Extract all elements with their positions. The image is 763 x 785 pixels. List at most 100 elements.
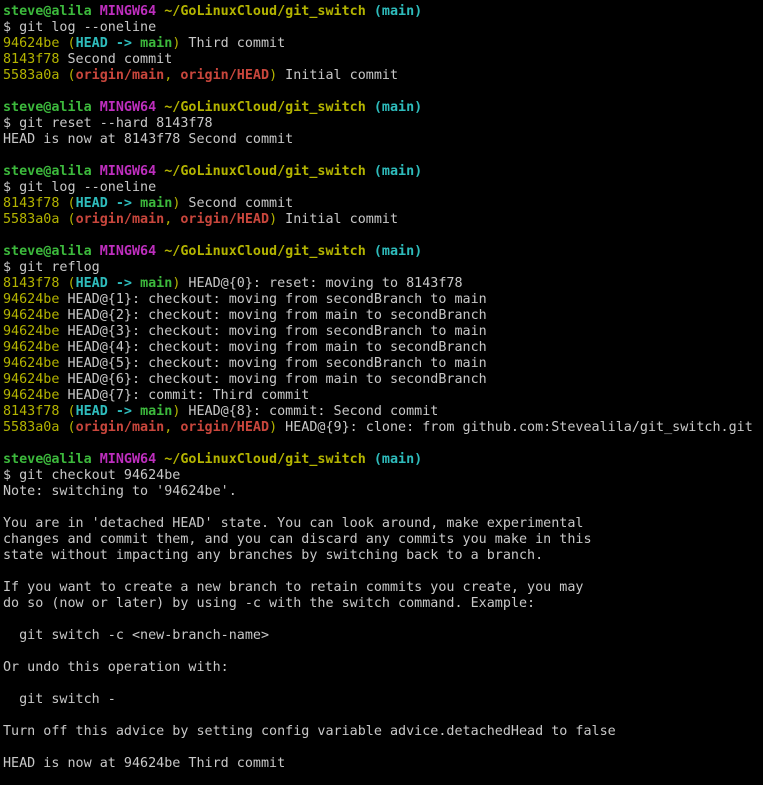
terminal-text-segment: ) xyxy=(269,212,277,227)
terminal-line: 94624be HEAD@{2}: checkout: moving from … xyxy=(3,308,763,324)
terminal-line xyxy=(3,500,763,516)
terminal-line: 5583a0a (origin/main, origin/HEAD) Initi… xyxy=(3,212,763,228)
terminal-line: $ git log --oneline xyxy=(3,20,763,36)
terminal-text-segment: 5583a0a ( xyxy=(3,212,76,227)
terminal-text-segment: changes and commit them, and you can dis… xyxy=(3,532,592,547)
terminal-text-segment: main xyxy=(140,196,172,211)
terminal-text-segment: HEAD -> xyxy=(76,404,141,419)
terminal-text-segment: ~/GoLinuxCloud/git_switch xyxy=(164,4,374,19)
terminal-text-segment: origin/HEAD xyxy=(180,212,269,227)
terminal-text-segment: do so (now or later) by using -c with th… xyxy=(3,596,535,611)
terminal-line: steve@alila MINGW64 ~/GoLinuxCloud/git_s… xyxy=(3,164,763,180)
terminal-text-segment: Initial commit xyxy=(277,212,398,227)
terminal-text-segment: main xyxy=(140,276,172,291)
terminal-text-segment: MINGW64 xyxy=(100,244,165,259)
terminal-text-segment: $ git reflog xyxy=(3,260,100,275)
terminal-text-segment: Or undo this operation with: xyxy=(3,660,229,675)
terminal-text-segment: (main) xyxy=(374,4,422,19)
terminal-text-segment: ) xyxy=(269,420,277,435)
terminal-text-segment: You are in 'detached HEAD' state. You ca… xyxy=(3,516,583,531)
terminal-text-segment: ~/GoLinuxCloud/git_switch xyxy=(164,164,374,179)
terminal-text-segment: 94624be xyxy=(3,292,59,307)
terminal-text-segment: HEAD@{4}: checkout: moving from main to … xyxy=(59,340,486,355)
terminal-text-segment: 8143f78 ( xyxy=(3,404,76,419)
terminal-line: 94624be HEAD@{1}: checkout: moving from … xyxy=(3,292,763,308)
terminal-text-segment: Second commit xyxy=(180,196,293,211)
terminal-line: state without impacting any branches by … xyxy=(3,548,763,564)
terminal-line xyxy=(3,676,763,692)
terminal-text-segment: If you want to create a new branch to re… xyxy=(3,580,583,595)
terminal-line: If you want to create a new branch to re… xyxy=(3,580,763,596)
terminal-line: steve@alila MINGW64 ~/GoLinuxCloud/git_s… xyxy=(3,244,763,260)
terminal-text-segment: HEAD@{3}: checkout: moving from secondBr… xyxy=(59,324,486,339)
terminal-text-segment: steve@alila xyxy=(3,244,100,259)
terminal-line: HEAD is now at 8143f78 Second commit xyxy=(3,132,763,148)
terminal-line: 94624be HEAD@{4}: checkout: moving from … xyxy=(3,340,763,356)
terminal-text-segment: origin/HEAD xyxy=(180,68,269,83)
terminal-line: 8143f78 (HEAD -> main) Second commit xyxy=(3,196,763,212)
terminal-text-segment: main xyxy=(140,36,172,51)
terminal-text-segment: 5583a0a ( xyxy=(3,420,76,435)
terminal-line xyxy=(3,612,763,628)
terminal-text-segment: 94624be xyxy=(3,324,59,339)
terminal-text-segment: HEAD -> xyxy=(76,276,141,291)
terminal-line: 8143f78 (HEAD -> main) HEAD@{8}: commit:… xyxy=(3,404,763,420)
terminal-text-segment: 8143f78 xyxy=(3,52,59,67)
terminal-text-segment: steve@alila xyxy=(3,4,100,19)
terminal-line xyxy=(3,708,763,724)
terminal-line: Turn off this advice by setting config v… xyxy=(3,724,763,740)
terminal-line: $ git reflog xyxy=(3,260,763,276)
terminal-line xyxy=(3,148,763,164)
terminal-line: 94624be HEAD@{7}: commit: Third commit xyxy=(3,388,763,404)
terminal-text-segment: origin/HEAD xyxy=(180,420,269,435)
terminal-line xyxy=(3,740,763,756)
terminal-text-segment: Initial commit xyxy=(277,68,398,83)
terminal-text-segment: (main) xyxy=(374,244,422,259)
terminal-text-segment: HEAD@{7}: commit: Third commit xyxy=(59,388,309,403)
terminal-text-segment: Third commit xyxy=(180,36,285,51)
terminal-text-segment: git switch - xyxy=(3,692,116,707)
terminal-text-segment: 94624be xyxy=(3,340,59,355)
terminal-line xyxy=(3,436,763,452)
terminal-text-segment: main xyxy=(140,404,172,419)
terminal-text-segment: HEAD@{9}: clone: from github.com:Steveal… xyxy=(277,420,753,435)
terminal-line xyxy=(3,228,763,244)
terminal-text-segment: ~/GoLinuxCloud/git_switch xyxy=(164,452,374,467)
terminal-line: steve@alila MINGW64 ~/GoLinuxCloud/git_s… xyxy=(3,452,763,468)
terminal-text-segment: HEAD -> xyxy=(76,36,141,51)
terminal-line: $ git checkout 94624be xyxy=(3,468,763,484)
terminal-text-segment: 8143f78 ( xyxy=(3,196,76,211)
terminal-text-segment: 94624be xyxy=(3,308,59,323)
terminal-text-segment: $ git checkout 94624be xyxy=(3,468,180,483)
terminal-line xyxy=(3,644,763,660)
terminal-line: do so (now or later) by using -c with th… xyxy=(3,596,763,612)
terminal-line: steve@alila MINGW64 ~/GoLinuxCloud/git_s… xyxy=(3,4,763,20)
terminal-text-segment: $ git log --oneline xyxy=(3,180,156,195)
terminal-text-segment: Turn off this advice by setting config v… xyxy=(3,724,616,739)
terminal-text-segment: HEAD -> xyxy=(76,196,141,211)
terminal-line: git switch - xyxy=(3,692,763,708)
terminal-text-segment: (main) xyxy=(374,164,422,179)
terminal-text-segment: origin/main xyxy=(76,420,165,435)
terminal-text-segment: steve@alila xyxy=(3,164,100,179)
terminal-text-segment: HEAD@{8}: commit: Second commit xyxy=(180,404,438,419)
terminal-text-segment: HEAD@{0}: reset: moving to 8143f78 xyxy=(180,276,462,291)
terminal-text-segment: , xyxy=(164,420,180,435)
terminal-text-segment: 94624be ( xyxy=(3,36,76,51)
terminal-text-segment: origin/main xyxy=(76,68,165,83)
terminal-text-segment: ) xyxy=(269,68,277,83)
terminal-line: 94624be HEAD@{5}: checkout: moving from … xyxy=(3,356,763,372)
terminal-text-segment: , xyxy=(164,212,180,227)
terminal-text-segment: 8143f78 ( xyxy=(3,276,76,291)
terminal-text-segment: HEAD is now at 94624be Third commit xyxy=(3,756,285,771)
terminal-line: You are in 'detached HEAD' state. You ca… xyxy=(3,516,763,532)
terminal-text-segment: $ git log --oneline xyxy=(3,20,156,35)
terminal-line: 8143f78 (HEAD -> main) HEAD@{0}: reset: … xyxy=(3,276,763,292)
terminal-text-segment: MINGW64 xyxy=(100,452,165,467)
terminal-line xyxy=(3,564,763,580)
terminal-output: steve@alila MINGW64 ~/GoLinuxCloud/git_s… xyxy=(3,4,763,772)
terminal-line: git switch -c <new-branch-name> xyxy=(3,628,763,644)
terminal-window[interactable]: steve@alila MINGW64 ~/GoLinuxCloud/git_s… xyxy=(0,0,763,785)
terminal-text-segment: ~/GoLinuxCloud/git_switch xyxy=(164,244,374,259)
terminal-text-segment: origin/main xyxy=(76,212,165,227)
